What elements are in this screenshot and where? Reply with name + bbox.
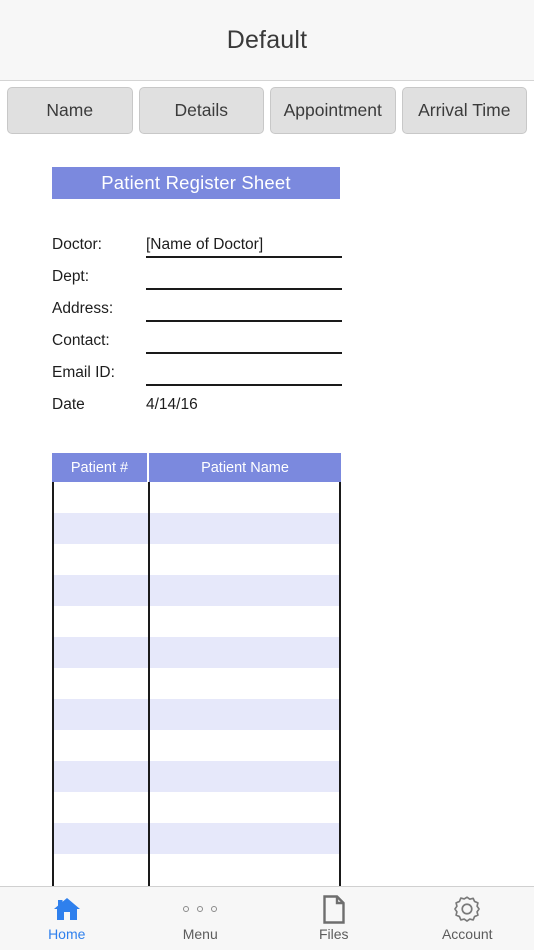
- table-row[interactable]: [54, 761, 339, 792]
- column-header-patient-name: Patient Name: [149, 453, 341, 482]
- nav-label-home: Home: [48, 926, 86, 942]
- document-icon: [322, 894, 346, 924]
- doctor-info-form: Doctor: [Name of Doctor] Dept: Address:: [52, 231, 342, 423]
- table-row[interactable]: [54, 668, 339, 699]
- field-underline-doctor: [146, 256, 342, 258]
- field-input-address[interactable]: [146, 295, 342, 327]
- tab-bar: Name Details Appointment Arrival Time: [0, 82, 534, 138]
- field-underline-dept: [146, 288, 342, 290]
- field-row-dept[interactable]: Dept:: [52, 263, 342, 295]
- field-value-contact: [146, 327, 342, 330]
- field-value-email: [146, 359, 342, 362]
- table-row[interactable]: [54, 482, 339, 513]
- table-row[interactable]: [54, 606, 339, 637]
- field-value-doctor: [Name of Doctor]: [146, 236, 264, 253]
- field-underline-email: [146, 384, 342, 386]
- table-row[interactable]: [54, 823, 339, 854]
- field-underline-address: [146, 320, 342, 322]
- table-row[interactable]: [54, 544, 339, 575]
- home-icon: [53, 895, 81, 923]
- tab-arrival-time[interactable]: Arrival Time: [401, 86, 527, 134]
- title-bar: Default: [0, 0, 534, 81]
- table-row[interactable]: [54, 854, 339, 885]
- field-label-contact: Contact:: [52, 332, 110, 349]
- field-input-doctor[interactable]: [Name of Doctor]: [146, 231, 342, 263]
- nav-item-menu[interactable]: Menu: [134, 887, 268, 950]
- table-row[interactable]: [54, 637, 339, 668]
- dot-2: [197, 906, 204, 912]
- field-input-contact[interactable]: [146, 327, 342, 359]
- document-content[interactable]: Patient Register Sheet Doctor: [Name of …: [0, 139, 534, 886]
- app-window: Default Name Details Appointment Arrival…: [0, 0, 534, 950]
- field-label-doctor: Doctor:: [52, 236, 102, 253]
- table-column-divider: [148, 482, 150, 886]
- field-label-email: Email ID:: [52, 364, 115, 381]
- field-input-email[interactable]: [146, 359, 342, 391]
- table-row[interactable]: [54, 699, 339, 730]
- field-label-date: Date: [52, 396, 85, 413]
- field-row-contact[interactable]: Contact:: [52, 327, 342, 359]
- document-banner-title: Patient Register Sheet: [101, 172, 291, 193]
- column-header-patient-number: Patient #: [52, 453, 147, 482]
- table-row[interactable]: [54, 730, 339, 761]
- nav-item-account[interactable]: Account: [401, 887, 534, 950]
- nav-label-menu: Menu: [182, 926, 218, 942]
- dot-1: [183, 906, 190, 912]
- tab-details[interactable]: Details: [138, 86, 264, 134]
- table-row[interactable]: [54, 575, 339, 606]
- tab-name[interactable]: Name: [7, 86, 133, 134]
- field-row-address[interactable]: Address:: [52, 295, 342, 327]
- field-input-dept[interactable]: [146, 263, 342, 295]
- document-banner: Patient Register Sheet: [52, 167, 340, 199]
- field-input-date[interactable]: 4/14/16: [146, 391, 342, 423]
- field-value-date: 4/14/16: [146, 396, 198, 413]
- field-label-address: Address:: [52, 300, 114, 317]
- field-row-date[interactable]: Date 4/14/16: [52, 391, 342, 423]
- nav-item-files[interactable]: Files: [267, 887, 401, 950]
- nav-label-files: Files: [318, 926, 349, 942]
- table-row[interactable]: [54, 513, 339, 544]
- patient-table: Patient # Patient Name: [52, 453, 341, 886]
- page-title: Default: [226, 25, 308, 54]
- field-value-address: [146, 295, 342, 298]
- tab-appointment[interactable]: Appointment: [270, 86, 396, 134]
- dots-icon: [183, 895, 218, 923]
- bottom-navigation-bar: Home Menu Files Account: [0, 886, 534, 950]
- patient-table-header: Patient # Patient Name: [52, 453, 341, 482]
- gear-icon: [453, 895, 481, 923]
- field-row-email[interactable]: Email ID:: [52, 359, 342, 391]
- table-row[interactable]: [54, 792, 339, 823]
- dot-3: [211, 906, 218, 912]
- field-row-doctor[interactable]: Doctor: [Name of Doctor]: [52, 231, 342, 263]
- field-underline-contact: [146, 352, 342, 354]
- nav-label-account: Account: [441, 926, 493, 942]
- patient-table-body[interactable]: [52, 482, 341, 886]
- nav-item-home[interactable]: Home: [0, 887, 134, 950]
- field-value-dept: [146, 263, 342, 266]
- field-label-dept: Dept:: [52, 268, 90, 285]
